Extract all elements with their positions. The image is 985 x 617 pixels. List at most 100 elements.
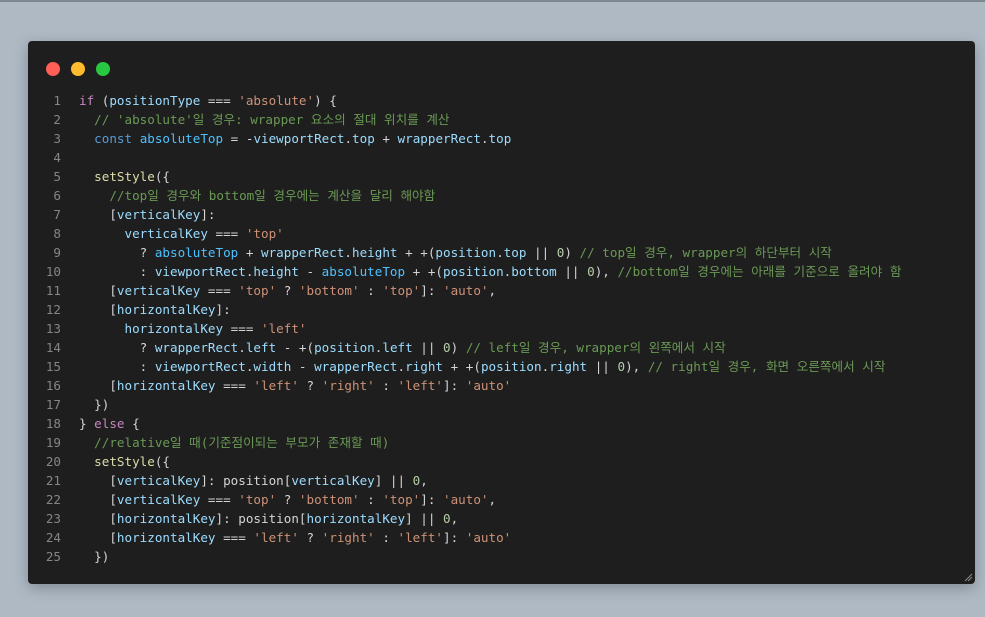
code-token: ]: bbox=[443, 378, 466, 393]
code-token: || bbox=[556, 264, 588, 279]
code-line: 15 : viewportRect.width - wrapperRect.ri… bbox=[28, 357, 975, 376]
code-token: horizontalKey bbox=[116, 302, 216, 317]
code-token: top bbox=[488, 131, 512, 146]
code-token: ), bbox=[594, 264, 618, 279]
code-token: const bbox=[94, 131, 133, 146]
code-token: verticalKey bbox=[116, 207, 201, 222]
code-line: 19 //relative일 때(기준점이되는 부모가 존재할 때) bbox=[28, 433, 975, 452]
code-line: 18} else { bbox=[28, 414, 975, 433]
code-token: left bbox=[382, 340, 413, 355]
code-token: absoluteTop bbox=[139, 131, 224, 146]
code-line: 1 if (positionType === 'absolute') { bbox=[28, 91, 975, 110]
code-token: + bbox=[238, 245, 261, 260]
line-text: } else { bbox=[61, 414, 140, 433]
code-token: bottom bbox=[511, 264, 557, 279]
code-token: ( bbox=[94, 93, 110, 108]
code-token: [ bbox=[79, 207, 117, 222]
code-token: right bbox=[405, 359, 444, 374]
code-token: horizontalKey bbox=[116, 378, 216, 393]
code-token: ]: bbox=[200, 207, 216, 222]
resize-handle-icon[interactable] bbox=[963, 572, 973, 582]
line-text: [horizontalKey]: bbox=[61, 300, 230, 319]
code-token: . bbox=[397, 359, 406, 374]
code-token: [ bbox=[79, 283, 117, 298]
code-token: - bbox=[298, 264, 322, 279]
code-token: 'left' bbox=[253, 378, 299, 393]
code-token: : bbox=[359, 492, 383, 507]
line-number: 20 bbox=[45, 454, 61, 469]
code-token: horizontalKey bbox=[124, 321, 224, 336]
line-text: const absoluteTop = -viewportRect.top + … bbox=[61, 129, 511, 148]
code-token: [ bbox=[79, 378, 117, 393]
code-line: 14 ? wrapperRect.left - +(position.left … bbox=[28, 338, 975, 357]
line-text: ? wrapperRect.left - +(position.left || … bbox=[61, 338, 726, 357]
line-text: [verticalKey === 'top' ? 'bottom' : 'top… bbox=[61, 490, 496, 509]
code-token: === bbox=[215, 530, 254, 545]
line-text: [verticalKey]: position[verticalKey] || … bbox=[61, 471, 428, 490]
line-number: 10 bbox=[45, 264, 61, 279]
code-token: 0 bbox=[443, 340, 451, 355]
code-token: 'top' bbox=[245, 226, 284, 241]
code-token: === bbox=[200, 93, 239, 108]
code-line: 7 [verticalKey]: bbox=[28, 205, 975, 224]
code-token: 0 bbox=[443, 511, 451, 526]
line-number: 25 bbox=[45, 549, 61, 564]
line-number: 12 bbox=[45, 302, 61, 317]
code-token: }) bbox=[79, 549, 110, 564]
code-block[interactable]: 1 if (positionType === 'absolute') {2 // … bbox=[28, 91, 975, 566]
line-number: 9 bbox=[53, 245, 61, 260]
line-number: 22 bbox=[45, 492, 61, 507]
code-token: || bbox=[526, 245, 557, 260]
code-token: verticalKey bbox=[124, 226, 208, 241]
code-token: verticalKey bbox=[291, 473, 375, 488]
code-token: //bottom일 경우에는 아래를 기준으로 올려야 함 bbox=[617, 264, 902, 279]
code-token: left bbox=[245, 340, 277, 355]
line-text: setStyle({ bbox=[61, 167, 170, 186]
code-token: || bbox=[412, 340, 444, 355]
code-token: [ bbox=[79, 473, 117, 488]
code-line: 17 }) bbox=[28, 395, 975, 414]
line-text: [horizontalKey === 'left' ? 'right' : 'l… bbox=[61, 376, 511, 395]
code-token: absoluteTop bbox=[154, 245, 239, 260]
line-text: horizontalKey === 'left' bbox=[61, 319, 307, 338]
line-number: 5 bbox=[53, 169, 61, 184]
code-token: 0 bbox=[587, 264, 595, 279]
top-border bbox=[0, 0, 985, 2]
line-number: 16 bbox=[45, 378, 61, 393]
line-text: verticalKey === 'top' bbox=[61, 224, 284, 243]
code-line: 21 [verticalKey]: position[verticalKey] … bbox=[28, 471, 975, 490]
close-dot-icon[interactable] bbox=[46, 62, 60, 76]
code-token: 'top' bbox=[238, 492, 277, 507]
code-token: ({ bbox=[154, 454, 171, 469]
code-line: 13 horizontalKey === 'left' bbox=[28, 319, 975, 338]
code-token: 'left' bbox=[253, 530, 299, 545]
line-text: [horizontalKey]: position[horizontalKey]… bbox=[61, 509, 458, 528]
code-token: . bbox=[496, 245, 504, 260]
code-token: // top일 경우, wrapper의 하단부터 시작 bbox=[579, 245, 832, 260]
line-text: //relative일 때(기준점이되는 부모가 존재할 때) bbox=[61, 433, 389, 452]
code-line: 16 [horizontalKey === 'left' ? 'right' :… bbox=[28, 376, 975, 395]
code-token: absoluteTop bbox=[321, 264, 406, 279]
code-token: }) bbox=[79, 397, 110, 412]
maximize-dot-icon[interactable] bbox=[96, 62, 110, 76]
code-line: 12 [horizontalKey]: bbox=[28, 300, 975, 319]
code-token: //top일 경우와 bottom일 경우에는 계산을 달리 해야함 bbox=[109, 188, 436, 203]
code-token: 'top' bbox=[238, 283, 277, 298]
line-text: : viewportRect.height - absoluteTop + +(… bbox=[61, 262, 902, 281]
code-token: { bbox=[124, 416, 140, 431]
code-token: ]: bbox=[443, 530, 466, 545]
code-token: 'auto' bbox=[465, 530, 512, 545]
code-token: 'absolute' bbox=[238, 93, 315, 108]
code-token: setStyle bbox=[94, 169, 155, 184]
code-token: position bbox=[480, 359, 542, 374]
minimize-dot-icon[interactable] bbox=[71, 62, 85, 76]
code-line: 5 setStyle({ bbox=[28, 167, 975, 186]
code-token: height bbox=[253, 264, 299, 279]
code-token: [ bbox=[79, 302, 117, 317]
line-number: 23 bbox=[45, 511, 61, 526]
